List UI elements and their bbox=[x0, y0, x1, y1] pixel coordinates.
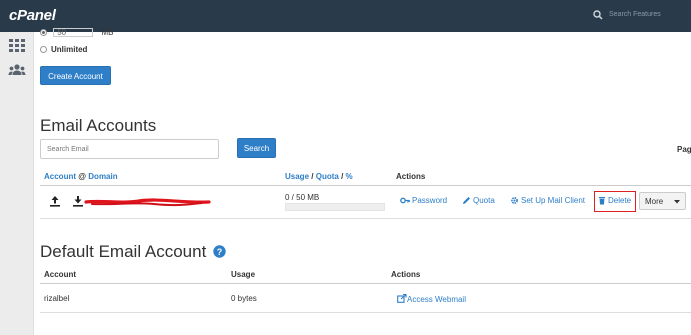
default-account-header: Account bbox=[44, 270, 76, 279]
quota-action[interactable]: Quota bbox=[462, 196, 495, 205]
more-label: More bbox=[645, 197, 664, 206]
access-webmail-link[interactable]: Access Webmail bbox=[397, 293, 466, 304]
main-content: 50 MB Unlimited Create Account Email Acc… bbox=[34, 28, 691, 335]
download-icon[interactable] bbox=[72, 195, 84, 207]
quota-label: Quota bbox=[473, 196, 495, 205]
quota-slash: / bbox=[341, 172, 344, 181]
usage-sort-link[interactable]: Usage bbox=[285, 172, 309, 181]
default-usage-header: Usage bbox=[231, 270, 256, 279]
row-divider bbox=[40, 218, 691, 219]
usage-quota-header[interactable]: Usage / Quota / % bbox=[285, 172, 353, 181]
default-header-divider bbox=[40, 283, 691, 284]
setup-mail-client-action[interactable]: Set Up Mail Client bbox=[510, 196, 585, 205]
quota-radio[interactable] bbox=[40, 29, 47, 37]
more-dropdown-button[interactable]: More bbox=[639, 192, 686, 210]
users-icon[interactable] bbox=[8, 62, 26, 80]
unlimited-label: Unlimited bbox=[51, 45, 88, 54]
usage-slash: / bbox=[311, 172, 314, 181]
setup-mail-client-label: Set Up Mail Client bbox=[521, 196, 586, 205]
cpanel-logo[interactable]: cPanel bbox=[9, 7, 56, 24]
actions-header: Actions bbox=[396, 172, 426, 181]
account-domain-header[interactable]: Account @ Domain bbox=[44, 172, 118, 181]
search-button[interactable]: Search bbox=[237, 138, 276, 158]
sidebar bbox=[0, 32, 34, 335]
help-icon[interactable]: ? bbox=[213, 245, 226, 258]
grid-icon[interactable] bbox=[8, 37, 26, 55]
svg-text:?: ? bbox=[217, 247, 223, 257]
usage-value: 0 / 50 MB bbox=[285, 193, 320, 202]
percent-sort-link[interactable]: % bbox=[346, 172, 353, 181]
email-accounts-heading: Email Accounts bbox=[40, 116, 157, 135]
quota-sort-link[interactable]: Quota bbox=[316, 172, 339, 181]
key-icon bbox=[400, 197, 411, 204]
chevron-down-icon bbox=[674, 200, 680, 204]
trash-icon bbox=[599, 197, 605, 205]
header-divider bbox=[40, 185, 691, 186]
access-webmail-label: Access Webmail bbox=[407, 295, 466, 304]
quota-unit: MB bbox=[101, 28, 114, 37]
pencil-icon bbox=[463, 197, 470, 204]
domain-sort-link[interactable]: Domain bbox=[88, 172, 117, 181]
redacted-account-scribble bbox=[84, 198, 211, 207]
delete-action[interactable]: Delete bbox=[598, 196, 631, 205]
password-label: Password bbox=[412, 196, 448, 205]
search-email-input[interactable]: Search Email bbox=[40, 139, 219, 159]
account-sort-link[interactable]: Account bbox=[44, 172, 76, 181]
upload-icon[interactable] bbox=[49, 195, 61, 207]
external-link-icon bbox=[397, 293, 407, 303]
search-icon bbox=[593, 10, 603, 20]
quota-row: 50 MB bbox=[40, 28, 114, 38]
unlimited-option[interactable]: Unlimited bbox=[40, 45, 87, 54]
default-email-heading-text: Default Email Account bbox=[40, 242, 207, 261]
feature-search-input[interactable]: Search Features bbox=[609, 11, 661, 18]
password-action[interactable]: Password bbox=[400, 196, 447, 205]
create-account-button[interactable]: Create Account bbox=[40, 66, 111, 85]
default-email-heading: Default Email Account ? bbox=[40, 242, 226, 262]
default-row-divider bbox=[40, 312, 691, 313]
default-account-usage: 0 bytes bbox=[231, 294, 257, 303]
delete-label: Delete bbox=[608, 196, 632, 205]
unlimited-radio[interactable] bbox=[40, 46, 47, 54]
pagination-label: Pag bbox=[677, 145, 691, 154]
quota-input[interactable]: 50 bbox=[53, 28, 94, 38]
default-account-name: rizalbel bbox=[44, 294, 70, 303]
usage-bar bbox=[285, 203, 385, 211]
feature-search[interactable]: Search Features bbox=[588, 6, 691, 26]
at-separator: @ bbox=[78, 172, 87, 181]
default-actions-header: Actions bbox=[391, 270, 421, 279]
wrench-icon bbox=[511, 197, 518, 204]
